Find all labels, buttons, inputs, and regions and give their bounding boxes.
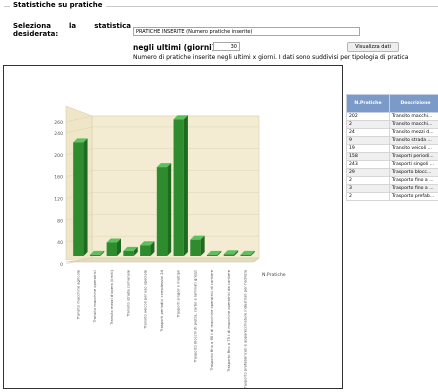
x-tick-label: Trasporto blocchi di pietra, carbo e lam… <box>193 270 197 363</box>
x-tick-label: Trasporto prefabbricati e apparecchiatur… <box>244 270 248 388</box>
chart-legend-label: N.Pratiche <box>262 272 286 278</box>
x-tick-label: Trasporti periodici complessivi 24 <box>160 269 164 332</box>
table-row[interactable]: 158Trasporti periodi... <box>347 153 438 161</box>
y-tick-label: 240 <box>54 131 63 137</box>
table-row[interactable]: 243Trasporti singoli ... <box>347 161 438 169</box>
table-row[interactable]: 2Trasporto fino a ... <box>347 177 438 185</box>
days-label: negli ultimi (giorni): <box>133 43 218 52</box>
cell-count: 243 <box>347 161 390 169</box>
bar <box>140 245 150 256</box>
table-header-count[interactable]: N.Pratiche <box>347 95 390 113</box>
x-tick-label: Transito mezzi d'opera (limiti) <box>110 269 114 325</box>
cell-count: 19 <box>347 145 390 153</box>
bar <box>207 255 217 256</box>
bar <box>90 255 100 256</box>
x-tick-label: Transito macchine operatrici <box>93 270 97 323</box>
select-label-word-2: la <box>69 22 76 30</box>
y-tick-label: 260 <box>54 120 63 126</box>
bar <box>224 254 234 256</box>
table-row[interactable]: 9Transito strada ... <box>347 137 438 145</box>
cell-description: Transito macchi... <box>389 121 438 129</box>
x-tick-label: Trasporti singoli o multipli <box>177 270 181 319</box>
bar <box>123 251 133 256</box>
y-tick-label: 0 <box>60 262 63 268</box>
x-tick-label: Transito strada comunale <box>127 269 131 317</box>
cell-description: Transito strada ... <box>389 137 438 145</box>
select-label-word-3: statistica <box>94 22 131 30</box>
cell-description: Transito mezzi d... <box>389 129 438 137</box>
x-tick-label: Transito macchine agricole <box>76 269 80 320</box>
cell-description: Trasporto fino a ... <box>389 177 438 185</box>
cell-count: 2 <box>347 193 390 201</box>
cell-description: Trasporti singoli ... <box>389 161 438 169</box>
cell-count: 202 <box>347 113 390 121</box>
data-table: N.Pratiche Descrizione 202Transito macch… <box>346 94 438 201</box>
bar <box>107 242 117 256</box>
cell-description: Trasporto fino a ... <box>389 185 438 193</box>
cell-count: 2 <box>347 121 390 129</box>
cell-count: 29 <box>347 169 390 177</box>
table-row[interactable]: 19Transito veicoli ... <box>347 145 438 153</box>
bar-side <box>184 115 188 256</box>
table-row[interactable]: 3Trasporto fino a ... <box>347 185 438 193</box>
select-label-word-1: Seleziona <box>13 22 51 30</box>
bar-side <box>167 163 171 256</box>
show-data-button[interactable]: Visualizza dati <box>347 42 399 52</box>
x-tick-label: Trasporto fino a 90 t di macchine operat… <box>210 269 214 371</box>
y-tick-label: 160 <box>54 175 63 181</box>
bar <box>190 240 200 256</box>
chart-floor <box>66 258 259 262</box>
bar-chart-3d: 0 40 80 120 160 200 240 260 Transito macchine ag… <box>4 66 342 388</box>
cell-count: 9 <box>347 137 390 145</box>
statistic-select[interactable]: PRATICHE INSERITE (Numero pratiche inser… <box>133 27 360 36</box>
cell-description: Transito macchi... <box>389 113 438 121</box>
table-row[interactable]: 202Transito macchi... <box>347 113 438 121</box>
bar <box>240 255 250 256</box>
statistic-description: Numero di pratiche inserite negli ultimi… <box>133 54 408 61</box>
bar <box>174 119 184 256</box>
table-row[interactable]: 29Trasporto blocc... <box>347 169 438 177</box>
x-tick-label: Trasporto fino a 75 t di macchine operat… <box>227 269 231 372</box>
cell-description: Trasporto prefab... <box>389 193 438 201</box>
select-label: Seleziona la statistica desiderata: <box>13 22 131 38</box>
y-tick-label: 80 <box>57 218 63 224</box>
y-tick-label: 120 <box>54 196 63 202</box>
cell-description: Trasporto blocc... <box>389 169 438 177</box>
table-header-description[interactable]: Descrizione <box>389 95 438 113</box>
cell-count: 3 <box>347 185 390 193</box>
bar <box>73 142 83 256</box>
select-label-word-4: desiderata: <box>13 30 131 38</box>
chart-frame: 0 40 80 120 160 200 240 260 Transito macchine ag… <box>3 65 343 389</box>
cell-description: Trasporti periodi... <box>389 153 438 161</box>
bar-side <box>84 138 88 256</box>
bar <box>157 167 167 256</box>
y-tick-label: 40 <box>57 240 63 246</box>
cell-count: 158 <box>347 153 390 161</box>
cell-count: 2 <box>347 177 390 185</box>
days-input[interactable]: 30 <box>213 42 240 51</box>
cell-count: 24 <box>347 129 390 137</box>
cell-description: Transito veicoli ... <box>389 145 438 153</box>
table-row[interactable]: 2Transito macchi... <box>347 121 438 129</box>
section-title: Statistiche su pratiche <box>10 1 106 9</box>
y-tick-label: 200 <box>54 153 63 159</box>
x-tick-label: Transito veicoli per uso speciale <box>143 269 147 329</box>
table-row[interactable]: 24Transito mezzi d... <box>347 129 438 137</box>
table-row[interactable]: 2Trasporto prefab... <box>347 193 438 201</box>
